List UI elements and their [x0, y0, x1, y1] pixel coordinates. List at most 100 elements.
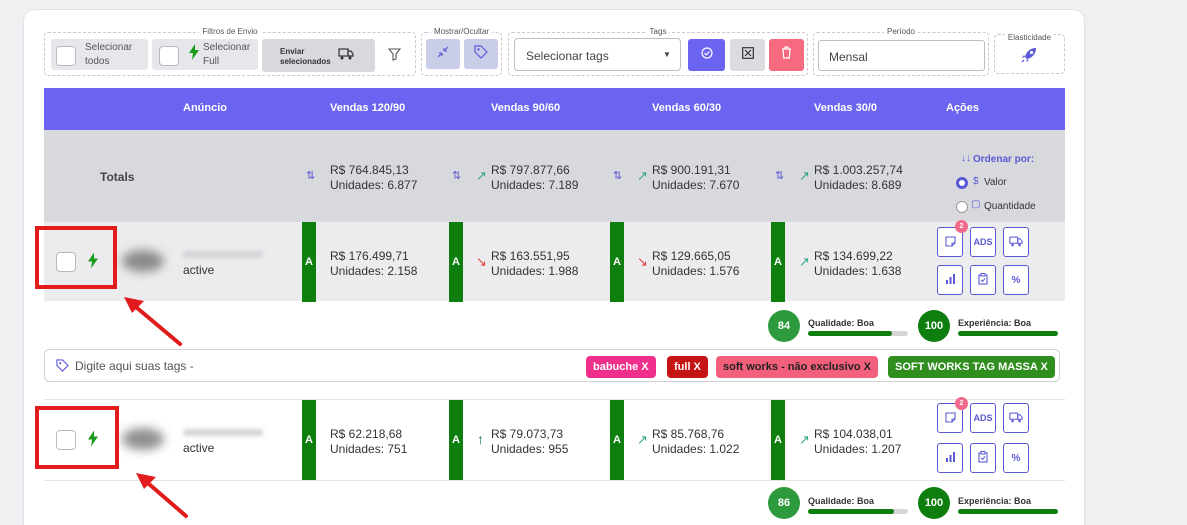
select-all-button[interactable]: Selecionar todos — [51, 39, 148, 70]
units-30-0: Unidades: 1.207 — [814, 442, 902, 456]
period-select[interactable]: Mensal — [818, 40, 985, 71]
send-selected-button[interactable]: Enviar selecionados — [262, 39, 375, 72]
quality-score: 86 — [768, 487, 800, 519]
clipboard-icon — [978, 451, 988, 465]
trash-icon — [781, 46, 792, 64]
experience-score: 100 — [918, 487, 950, 519]
tag-toggle-button[interactable] — [464, 39, 498, 69]
tags-select-value: Selecionar tags — [526, 49, 609, 63]
sort-arrows-icon[interactable]: ⇅ — [613, 169, 622, 182]
tags-select[interactable]: Selecionar tags ▼ — [514, 38, 681, 71]
annotation-arrow-icon — [124, 297, 182, 346]
check-circle-icon — [700, 46, 713, 64]
send-selected-label-1: Enviar — [280, 47, 305, 56]
units-120-90: Unidades: 2.158 — [330, 264, 418, 278]
experience-progress-fill — [958, 509, 1058, 514]
collapse-button[interactable] — [426, 39, 460, 69]
sort-arrows-icon[interactable]: ⇅ — [452, 169, 461, 182]
trend-up-icon: ↗ — [799, 168, 810, 183]
row-divider — [44, 480, 1065, 481]
box-icon: ▢ — [971, 199, 981, 210]
totals-units-120-90: Unidades: 6.877 — [330, 178, 418, 192]
tag-icon — [474, 44, 488, 64]
select-full-checkbox[interactable] — [159, 46, 179, 66]
select-all-label-1: Selecionar — [85, 42, 133, 53]
ads-button[interactable]: ADS — [970, 403, 996, 433]
quality-progress-fill — [808, 331, 892, 336]
experience-progress-fill — [958, 331, 1058, 336]
order-by-title: Ordenar por: — [973, 154, 1035, 165]
select-full-button[interactable]: Selecionar Full — [152, 39, 258, 70]
order-by-value-radio[interactable] — [956, 177, 968, 189]
send-selected-label-2: selecionados — [280, 57, 331, 66]
units-60-30: Unidades: 1.022 — [652, 442, 740, 456]
note-icon — [944, 411, 956, 425]
elasticity-title: Elasticidade — [1004, 33, 1055, 42]
tags-title: Tags — [646, 27, 670, 36]
trend-down-icon: ↘ — [637, 254, 648, 269]
show-hide-title: Mostrar/Ocultar — [430, 27, 493, 36]
sort-arrows-icon[interactable]: ⇅ — [306, 169, 315, 182]
order-by-quantity-radio[interactable] — [956, 201, 968, 213]
curve-badge: A — [610, 400, 624, 480]
apply-tags-button[interactable] — [688, 39, 725, 71]
curve-badge: A — [771, 222, 785, 302]
dollar-icon: $ — [973, 176, 979, 187]
curve-badge: A — [610, 222, 624, 302]
notes-count-badge: 2 — [955, 397, 968, 410]
trend-up-icon: ↗ — [799, 254, 810, 269]
checklist-button[interactable] — [970, 443, 996, 473]
clear-tags-button[interactable] — [730, 39, 765, 71]
filter-icon[interactable] — [387, 48, 402, 66]
stats-button[interactable] — [937, 265, 963, 295]
experience-progress — [958, 509, 1058, 514]
checklist-button[interactable] — [970, 265, 996, 295]
chevron-down-icon: ▼ — [663, 50, 671, 59]
annotation-arrow-icon — [136, 473, 188, 518]
experience-label: Experiência: Boa — [958, 496, 1032, 506]
tag-chip-soft-works-massa[interactable]: SOFT WORKS TAG MASSA X — [888, 356, 1055, 378]
tag-chip-full[interactable]: full X — [667, 356, 708, 378]
value-30-0: R$ 134.699,22 — [814, 249, 893, 263]
units-90-60: Unidades: 1.988 — [491, 264, 579, 278]
elasticity-button[interactable] — [1014, 44, 1044, 70]
totals-value-30-0: R$ 1.003.257,74 — [814, 163, 903, 177]
header-vendas-90-60: Vendas 90/60 — [491, 102, 561, 114]
discount-button[interactable]: % — [1003, 265, 1029, 295]
stats-button[interactable] — [937, 443, 963, 473]
quality-progress-fill — [808, 509, 894, 514]
shipping-button[interactable] — [1003, 403, 1029, 433]
shipping-filters-title: Filtros de Envio — [199, 27, 261, 36]
sort-arrows-icon[interactable]: ⇅ — [775, 169, 784, 182]
tag-chip-soft-works[interactable]: soft works - não exclusivo X — [716, 356, 878, 378]
trend-up-icon: ↗ — [799, 432, 810, 447]
tag-icon — [56, 359, 69, 377]
bolt-icon — [189, 44, 199, 63]
quality-label: Qualidade: Boa — [808, 496, 875, 506]
value-60-30: R$ 85.768,76 — [652, 427, 725, 441]
header-vendas-60-30: Vendas 60/30 — [652, 102, 722, 114]
delete-tags-button[interactable] — [769, 39, 804, 71]
highlight-box — [35, 226, 117, 289]
header-anuncio: Anúncio — [183, 102, 227, 114]
units-60-30: Unidades: 1.576 — [652, 264, 740, 278]
value-30-0: R$ 104.038,01 — [814, 427, 893, 441]
order-by-quantity-label: Quantidade — [984, 201, 1036, 212]
product-thumbnail — [122, 250, 164, 272]
tag-chip-babuche[interactable]: babuche X — [586, 356, 656, 378]
totals-value-60-30: R$ 900.191,31 — [652, 163, 731, 177]
curve-badge: A — [302, 222, 316, 302]
status-badge: active — [183, 263, 215, 277]
period-value: Mensal — [829, 50, 868, 64]
shipping-button[interactable] — [1003, 227, 1029, 257]
discount-button[interactable]: % — [1003, 443, 1029, 473]
value-120-90: R$ 62.218,68 — [330, 427, 403, 441]
experience-progress — [958, 331, 1058, 336]
ads-button[interactable]: ADS — [970, 227, 996, 257]
clipboard-icon — [978, 273, 988, 287]
select-all-checkbox[interactable] — [56, 46, 76, 66]
period-title: Período — [883, 27, 919, 36]
bar-chart-icon — [945, 452, 956, 464]
tags-input-bar[interactable]: Digite aqui suas tags - babuche X full X… — [44, 349, 1060, 382]
units-30-0: Unidades: 1.638 — [814, 264, 902, 278]
